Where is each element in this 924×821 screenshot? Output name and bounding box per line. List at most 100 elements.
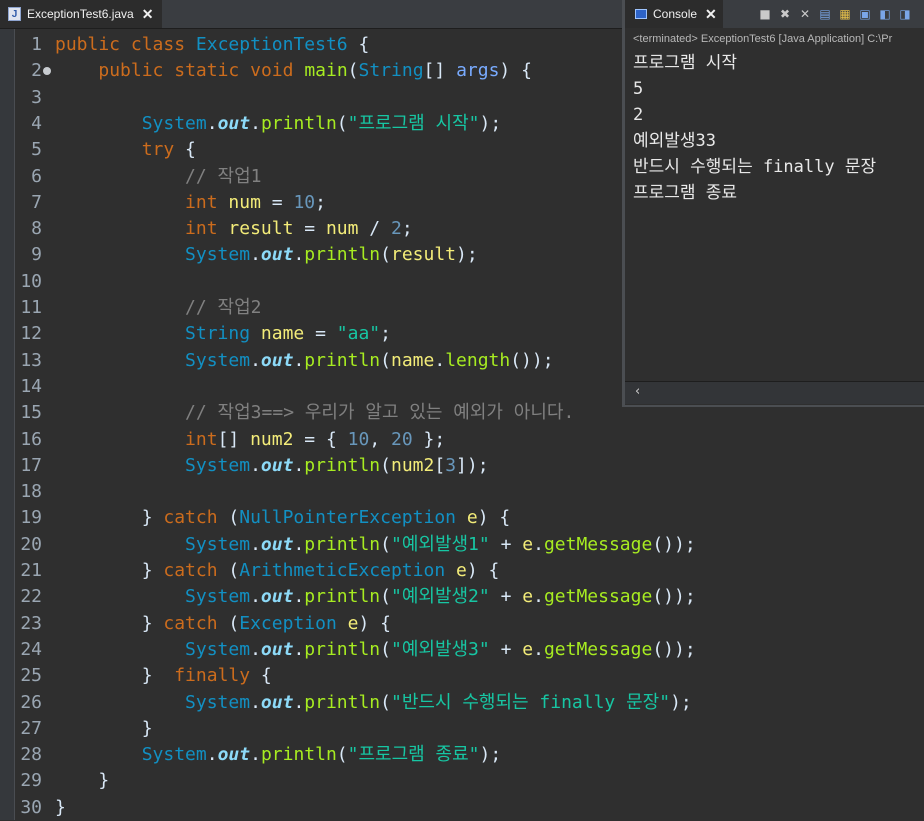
word-wrap-icon[interactable]: ▦ — [838, 7, 852, 21]
code-token: ( — [380, 638, 391, 660]
console-toolbar: ■ ✖ ✕ ▤ ▦ ▣ ◧ ◨ — [758, 6, 912, 22]
code-token: int — [185, 428, 218, 450]
code-token: . — [250, 244, 261, 266]
terminate-icon[interactable]: ■ — [758, 7, 772, 21]
code-token: . — [293, 533, 305, 555]
code-token: ( — [336, 112, 348, 134]
line-number: 11 — [20, 297, 42, 318]
code-token: catch — [163, 612, 218, 634]
code-text: int result = num / 2; — [55, 216, 413, 242]
code-line: 16 int[] num2 = { 10, 20 }; — [0, 427, 924, 453]
code-token: public — [98, 60, 164, 82]
line-number: 1 — [31, 34, 42, 55]
code-token: } — [55, 665, 175, 687]
remove-all-icon[interactable]: ✕ — [798, 7, 812, 21]
editor-tab-bar: J ExceptionTest6.java ✕ — [0, 0, 622, 29]
code-line: 17 System.out.println(num2[3]); — [0, 453, 924, 479]
code-text: int num = 10; — [55, 190, 326, 216]
line-number: 9 — [31, 244, 42, 266]
code-token: . — [293, 244, 305, 266]
code-token: println — [304, 349, 381, 371]
code-token: + — [489, 533, 523, 555]
code-token: } — [55, 796, 66, 818]
scroll-left-icon[interactable]: ‹ — [635, 384, 640, 399]
code-token: ); — [456, 244, 478, 266]
horizontal-scrollbar[interactable]: ‹ — [625, 381, 924, 404]
code-token: catch — [163, 507, 218, 529]
line-number: 14 — [20, 375, 42, 397]
code-token: ()); — [652, 586, 696, 608]
code-token: getMessage — [543, 638, 653, 660]
java-file-icon: J — [8, 7, 21, 21]
console-output[interactable]: 프로그램 시작 5 2 예외발생33 반드시 수행되는 finally 문장 프로그램 종… — [633, 50, 924, 206]
code-token: finally — [174, 665, 251, 687]
line-number: 10 — [20, 270, 42, 292]
code-token: ( — [347, 60, 359, 82]
code-token: . — [293, 454, 305, 476]
code-token: / — [358, 218, 391, 240]
fold-marker-icon[interactable] — [43, 67, 51, 76]
code-text: // 작업3==> 우리가 알고 있는 예외가 아니다. — [55, 400, 574, 426]
code-token: ; — [315, 191, 326, 213]
line-number: 6 — [31, 165, 42, 187]
code-token: ExceptionTest6 — [195, 34, 348, 55]
code-text: System.out.println(result); — [55, 242, 478, 268]
code-token: ( — [380, 691, 391, 713]
code-token: System — [141, 112, 207, 134]
code-token: "예외발생1" — [390, 533, 490, 555]
code-token: ( — [217, 507, 240, 529]
code-token: "예외발생2" — [390, 586, 490, 608]
code-token: System — [185, 586, 251, 608]
line-number: 3 — [31, 86, 42, 108]
code-token: ) { — [358, 612, 391, 634]
code-token: e — [456, 560, 467, 581]
console-output-line: 프로그램 종료 — [633, 183, 738, 203]
line-number: 16 — [20, 428, 42, 450]
line-number: 30 — [20, 796, 42, 818]
line-number: 23 — [20, 612, 42, 634]
close-icon[interactable]: ✕ — [142, 6, 154, 23]
remove-launch-icon[interactable]: ✖ — [778, 7, 792, 21]
console-tab[interactable]: Console ✕ — [625, 0, 723, 28]
code-token: NullPointerException — [239, 507, 456, 529]
code-token: { — [347, 34, 370, 55]
code-text: System.out.println("프로그램 종료"); — [55, 742, 502, 768]
code-token: out — [260, 533, 294, 555]
code-token: ( — [380, 586, 391, 608]
close-icon[interactable]: ✕ — [705, 6, 717, 23]
code-token: } — [55, 717, 153, 739]
code-token: // 작업2 — [185, 297, 262, 318]
console-view: Console ✕ ■ ✖ ✕ ▤ ▦ ▣ ◧ ◨ <terminated> E… — [622, 0, 924, 407]
line-number: 13 — [20, 349, 42, 371]
code-token: . — [293, 349, 305, 371]
code-token: ; — [401, 218, 413, 240]
console-output-line: 반드시 수행되는 finally 문장 — [633, 157, 877, 177]
code-token: try — [141, 139, 175, 161]
code-token: String — [185, 323, 251, 345]
code-token: e — [347, 612, 359, 634]
code-token: 10 — [347, 428, 370, 450]
code-token: { — [174, 139, 196, 161]
code-token: ); — [670, 691, 692, 713]
scroll-lock-icon[interactable]: ▤ — [818, 7, 832, 21]
code-token: ( — [380, 454, 391, 476]
editor-tab-label: ExceptionTest6.java — [27, 7, 134, 21]
code-line: 18 — [0, 479, 924, 505]
editor-tab[interactable]: J ExceptionTest6.java ✕ — [0, 0, 162, 28]
pin-console-icon[interactable]: ▣ — [858, 7, 872, 21]
code-token: System — [185, 349, 251, 371]
console-output-line: 프로그램 시작 — [633, 53, 738, 73]
open-console-icon[interactable]: ◨ — [898, 7, 912, 21]
line-number: 22 — [20, 586, 42, 608]
code-token: e — [522, 638, 534, 660]
display-selected-icon[interactable]: ◧ — [878, 7, 892, 21]
